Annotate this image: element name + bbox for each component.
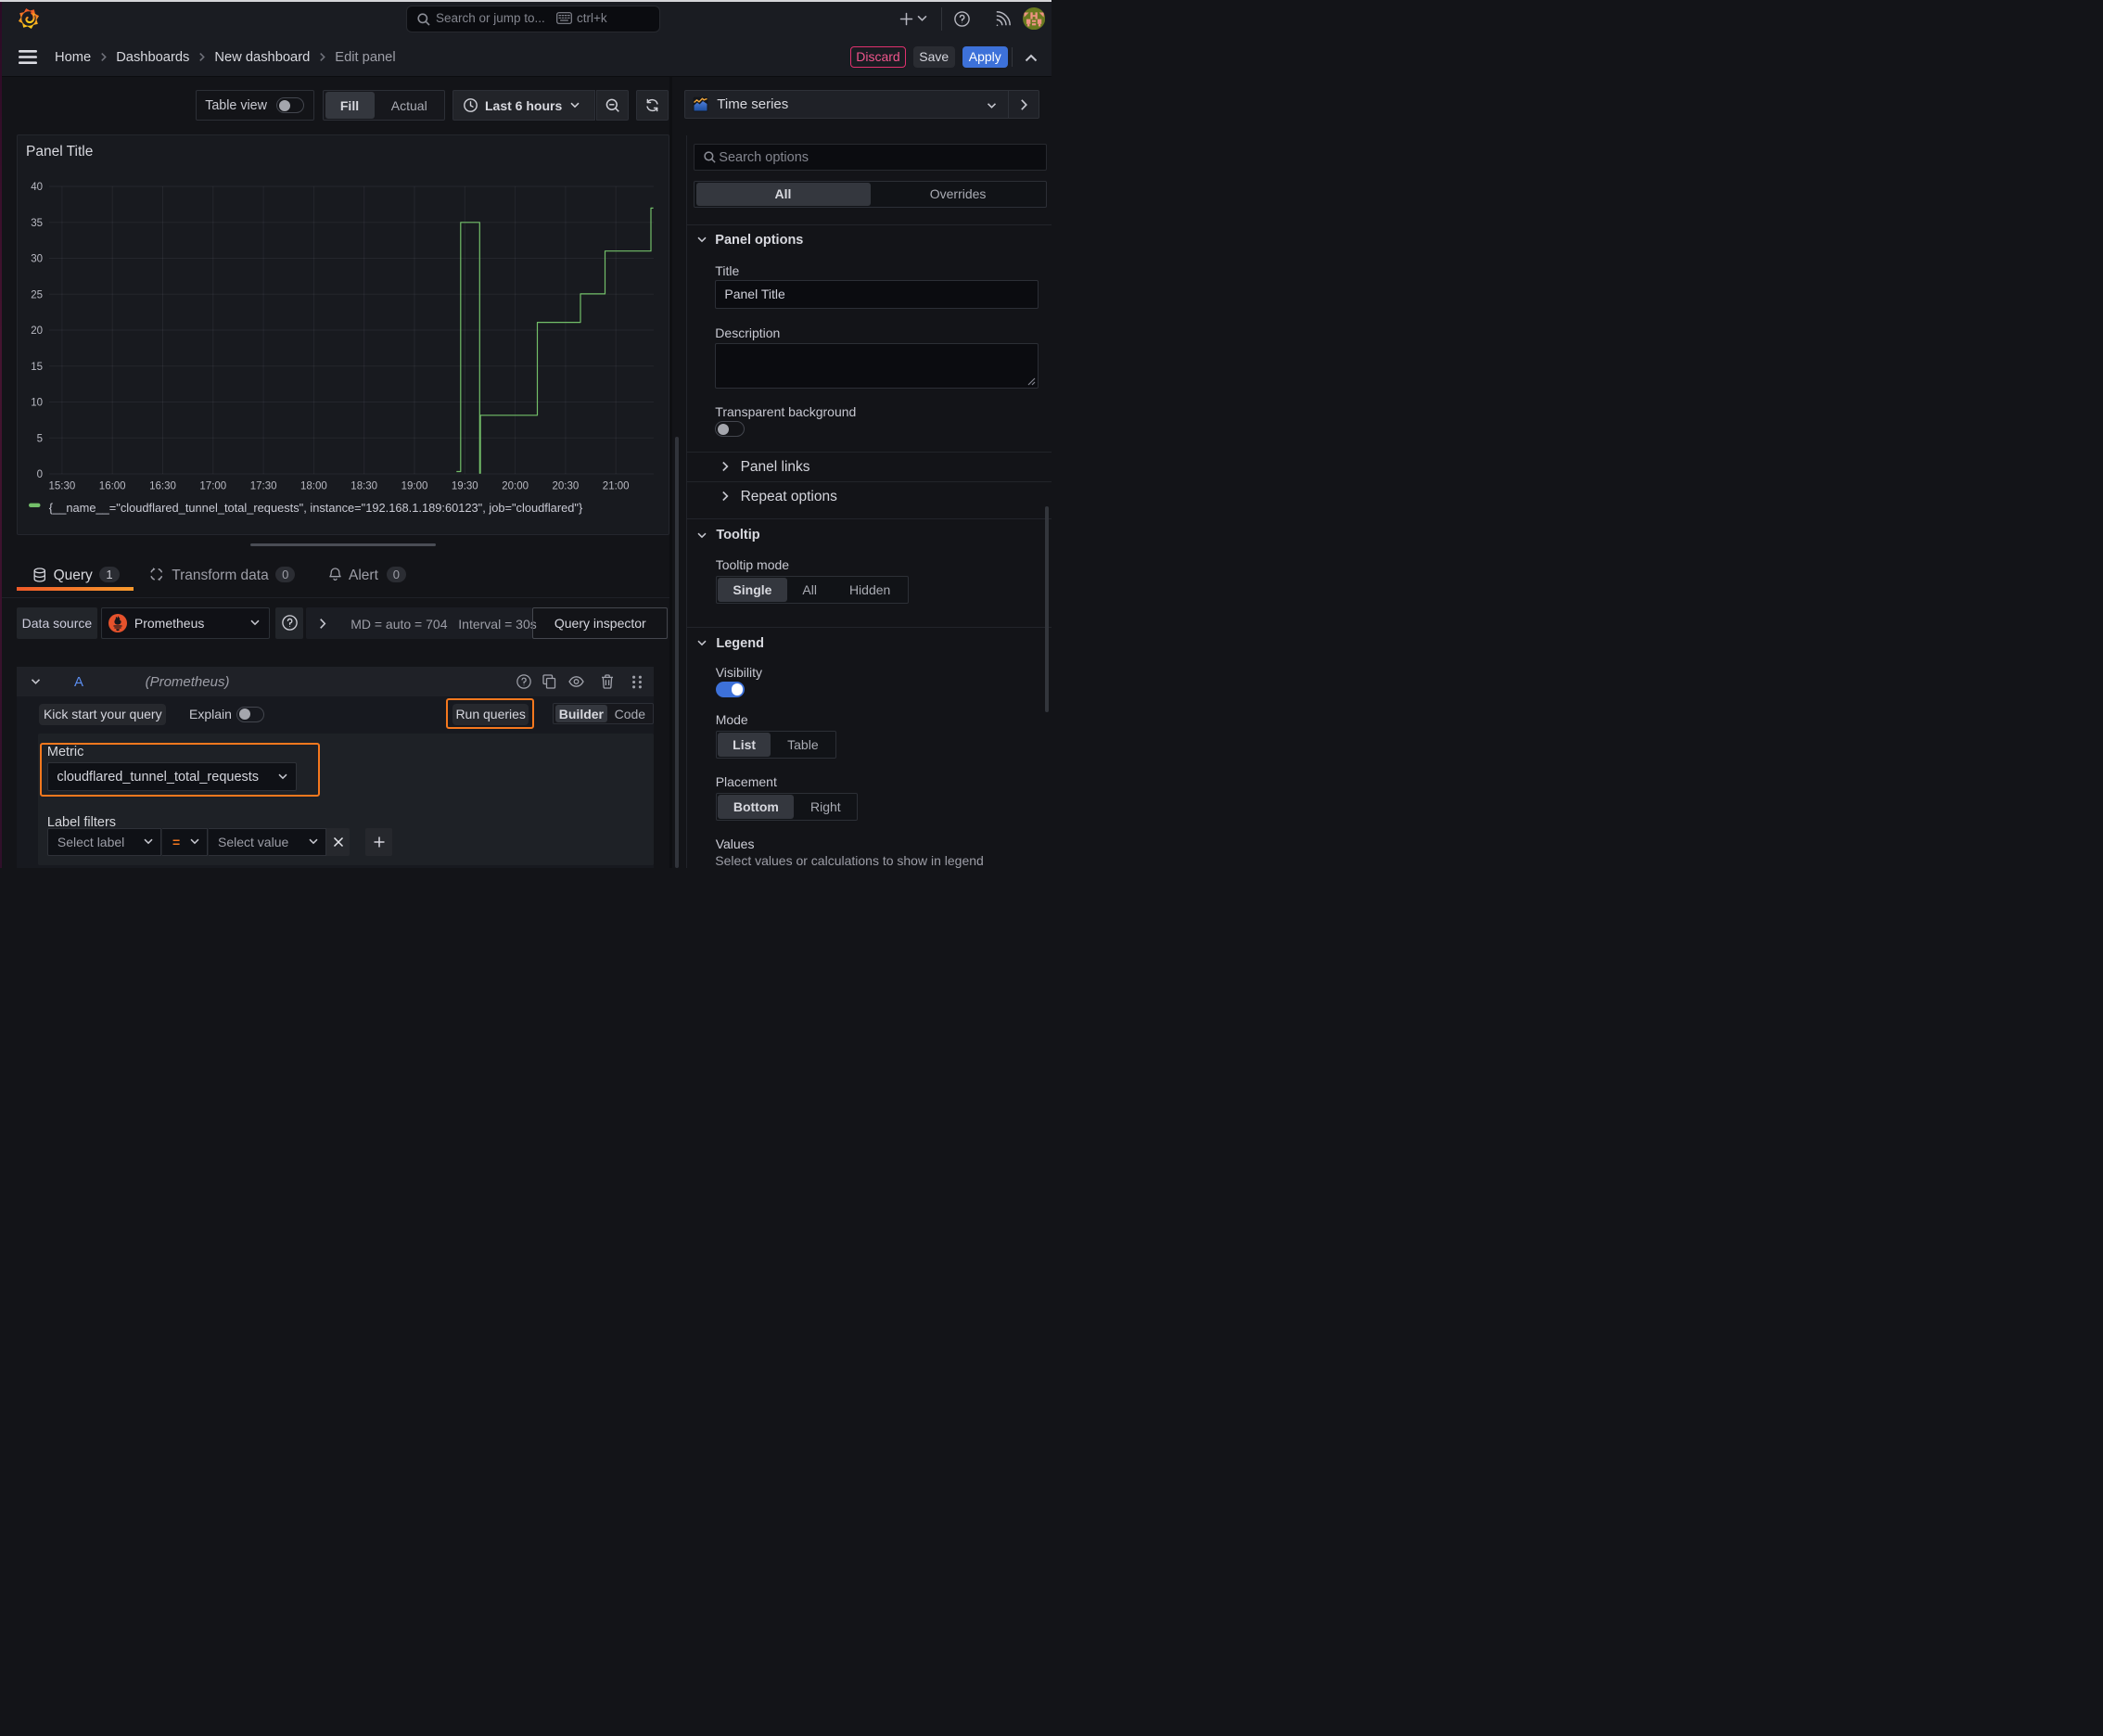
svg-text:25: 25 bbox=[31, 289, 43, 300]
svg-text:0: 0 bbox=[37, 469, 43, 480]
svg-text:21:00: 21:00 bbox=[603, 481, 630, 492]
svg-text:20:00: 20:00 bbox=[502, 481, 529, 492]
svg-text:18:30: 18:30 bbox=[350, 481, 377, 492]
svg-text:18:00: 18:00 bbox=[300, 481, 327, 492]
svg-text:15:30: 15:30 bbox=[49, 481, 76, 492]
svg-text:17:30: 17:30 bbox=[250, 481, 277, 492]
svg-text:30: 30 bbox=[31, 254, 43, 265]
svg-text:16:30: 16:30 bbox=[149, 481, 176, 492]
svg-text:20:30: 20:30 bbox=[553, 481, 580, 492]
svg-text:35: 35 bbox=[31, 218, 43, 229]
svg-text:20: 20 bbox=[31, 326, 43, 337]
svg-text:15: 15 bbox=[31, 362, 43, 373]
svg-text:19:00: 19:00 bbox=[401, 481, 428, 492]
svg-text:5: 5 bbox=[37, 433, 43, 444]
svg-text:17:00: 17:00 bbox=[199, 481, 226, 492]
svg-text:10: 10 bbox=[31, 398, 43, 409]
svg-text:40: 40 bbox=[31, 182, 43, 193]
svg-text:16:00: 16:00 bbox=[99, 481, 126, 492]
svg-text:19:30: 19:30 bbox=[452, 481, 478, 492]
